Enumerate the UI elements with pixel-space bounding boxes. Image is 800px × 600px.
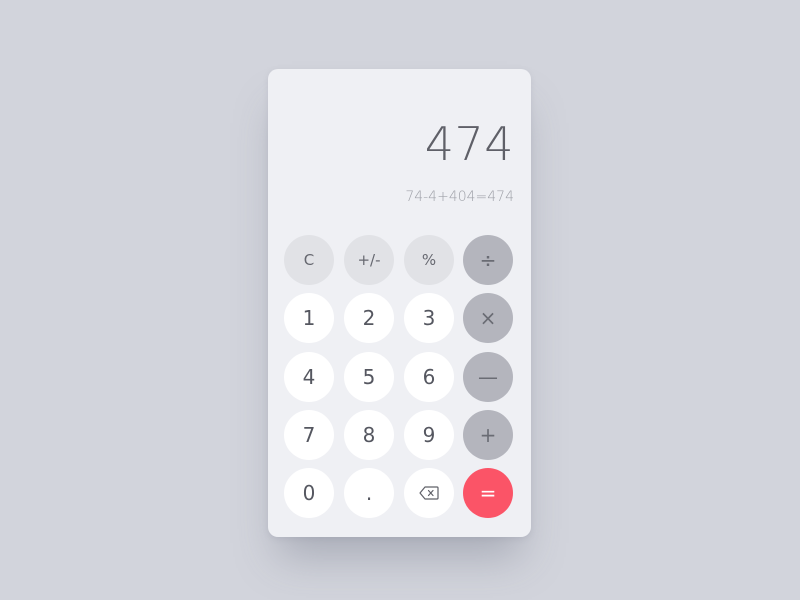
digit-0-button[interactable]: 0 xyxy=(284,468,334,518)
digit-3-button[interactable]: 3 xyxy=(404,293,454,343)
clear-label: C xyxy=(303,250,315,269)
divide-label: ÷ xyxy=(479,248,497,272)
digit-2-button[interactable]: 2 xyxy=(344,293,394,343)
subtract-button[interactable]: — xyxy=(463,352,513,402)
digit-1-button[interactable]: 1 xyxy=(284,293,334,343)
divide-button[interactable]: ÷ xyxy=(463,235,513,285)
backspace-icon xyxy=(419,486,439,500)
digit-7-button[interactable]: 7 xyxy=(284,410,334,460)
digit-1-label: 1 xyxy=(302,306,316,330)
digit-6-label: 6 xyxy=(422,365,436,389)
digit-3-label: 3 xyxy=(422,306,436,330)
calculator-panel: 474 74-4+404=474 C +/- % ÷ 1 2 3 × 4 5 6… xyxy=(268,69,531,537)
equals-button[interactable]: = xyxy=(463,468,513,518)
decimal-label: . xyxy=(365,481,373,505)
multiply-button[interactable]: × xyxy=(463,293,513,343)
sign-toggle-button[interactable]: +/- xyxy=(344,235,394,285)
multiply-label: × xyxy=(479,306,497,330)
sign-toggle-label: +/- xyxy=(357,250,381,269)
result-display: 474 xyxy=(424,117,514,171)
expression-display: 74-4+404=474 xyxy=(405,189,514,205)
digit-4-label: 4 xyxy=(302,365,316,389)
equals-label: = xyxy=(479,481,497,505)
decimal-button[interactable]: . xyxy=(344,468,394,518)
digit-5-button[interactable]: 5 xyxy=(344,352,394,402)
add-label: + xyxy=(479,423,497,447)
digit-9-label: 9 xyxy=(422,423,436,447)
digit-8-button[interactable]: 8 xyxy=(344,410,394,460)
backspace-button[interactable] xyxy=(404,468,454,518)
digit-6-button[interactable]: 6 xyxy=(404,352,454,402)
add-button[interactable]: + xyxy=(463,410,513,460)
digit-7-label: 7 xyxy=(302,423,316,447)
digit-5-label: 5 xyxy=(362,365,376,389)
percent-label: % xyxy=(421,250,437,269)
digit-4-button[interactable]: 4 xyxy=(284,352,334,402)
digit-0-label: 0 xyxy=(302,481,316,505)
digit-8-label: 8 xyxy=(362,423,376,447)
subtract-label: — xyxy=(478,365,498,389)
clear-button[interactable]: C xyxy=(284,235,334,285)
percent-button[interactable]: % xyxy=(404,235,454,285)
digit-2-label: 2 xyxy=(362,306,376,330)
digit-9-button[interactable]: 9 xyxy=(404,410,454,460)
